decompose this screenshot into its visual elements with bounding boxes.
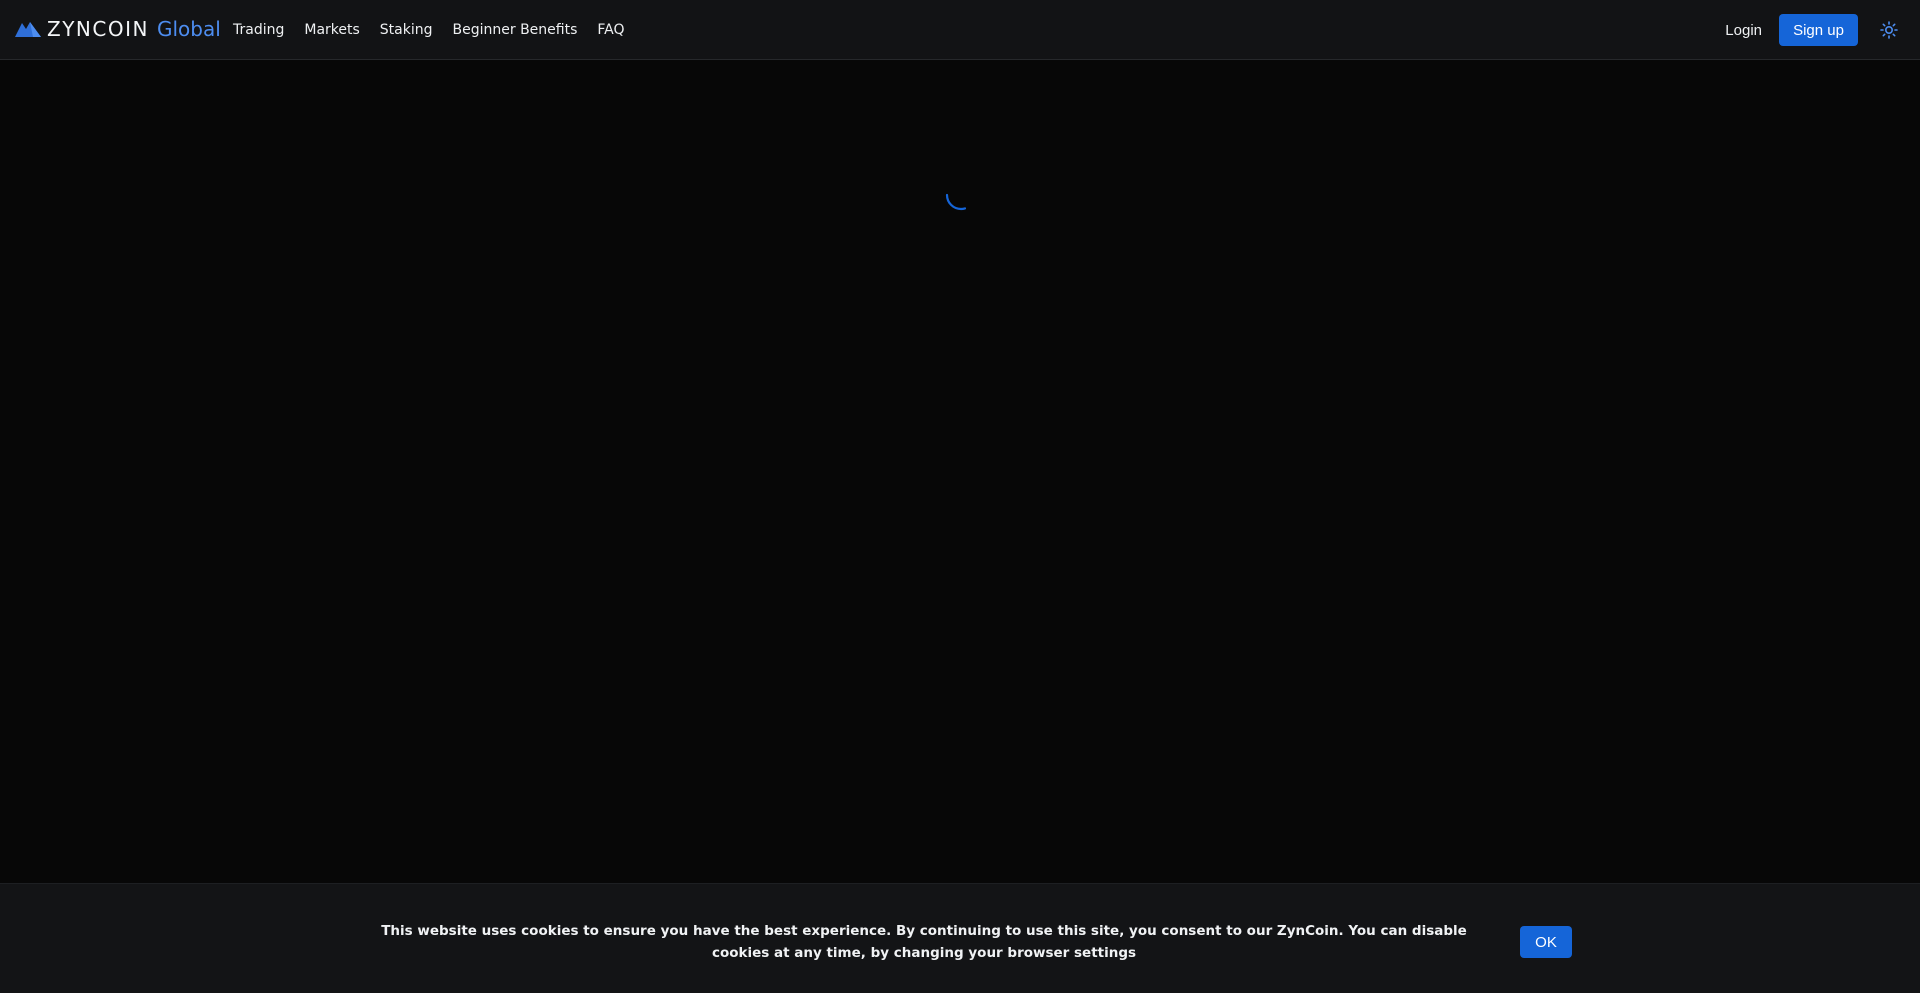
brand-name: ZYNCOIN: [47, 17, 149, 41]
theme-toggle-button[interactable]: [1878, 19, 1900, 41]
nav-item-faq[interactable]: FAQ: [597, 22, 624, 38]
spinner-icon: [945, 193, 977, 211]
cookie-consent-bar: This website uses cookies to ensure you …: [0, 883, 1920, 993]
main-content: [0, 61, 1920, 883]
signup-button[interactable]: Sign up: [1779, 14, 1858, 46]
sun-icon: [1880, 21, 1898, 39]
brand-accent: Global: [156, 17, 221, 41]
nav-item-markets[interactable]: Markets: [304, 22, 359, 38]
header-actions: Login Sign up: [1725, 0, 1900, 60]
nav-item-staking[interactable]: Staking: [380, 22, 433, 38]
nav-item-beginner-benefits[interactable]: Beginner Benefits: [453, 22, 578, 38]
mountain-logo-icon: [15, 22, 41, 37]
top-header: ZYNCOIN Global Trading Markets Staking B…: [0, 0, 1920, 60]
login-link[interactable]: Login: [1725, 22, 1762, 39]
cookie-consent-text: This website uses cookies to ensure you …: [381, 923, 1467, 961]
nav-item-trading[interactable]: Trading: [233, 22, 284, 38]
cookie-ok-button[interactable]: OK: [1520, 926, 1572, 958]
brand-logo-link[interactable]: ZYNCOIN Global: [15, 17, 221, 41]
main-nav: Trading Markets Staking Beginner Benefit…: [233, 0, 625, 60]
